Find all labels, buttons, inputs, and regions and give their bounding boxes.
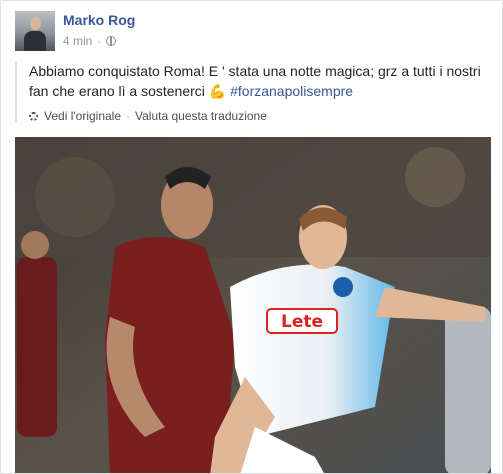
meta-separator: ·	[97, 34, 102, 48]
shirt-sponsor-text: Lete	[281, 312, 323, 332]
post-text: Abbiamo conquistato Roma! E ' stata una …	[29, 61, 495, 101]
rate-translation-link[interactable]: Valuta questa traduzione	[135, 109, 267, 123]
background-player-head	[21, 231, 49, 259]
translation-links: Vedi l'originale · Valuta questa traduzi…	[29, 109, 495, 123]
gear-icon[interactable]	[29, 111, 38, 121]
post-card: Marko Rog 4 min · Abbiamo conquistato Ro…	[0, 0, 503, 474]
avatar[interactable]	[15, 11, 55, 51]
background-player	[17, 257, 57, 437]
post-photo[interactable]: Lete	[15, 137, 491, 473]
translated-post-block: Abbiamo conquistato Roma! E ' stata una …	[15, 61, 495, 123]
author-name[interactable]: Marko Rog	[63, 11, 135, 29]
flexed-biceps-icon: 💪	[208, 83, 227, 99]
avatar-body	[24, 31, 46, 51]
link-separator: ·	[126, 109, 131, 123]
photo-crowd-blur	[35, 157, 115, 237]
napoli-crest	[333, 277, 353, 297]
photo-crowd-blur	[405, 147, 465, 207]
football-photo-illustration: Lete	[15, 137, 491, 473]
hashtag-link[interactable]: #forzanapolisempre	[230, 83, 353, 99]
globe-icon[interactable]	[106, 36, 117, 46]
see-original-link[interactable]: Vedi l'originale	[44, 109, 121, 123]
avatar-head	[30, 17, 41, 30]
background-player	[445, 307, 491, 473]
post-meta: 4 min ·	[63, 34, 117, 48]
timestamp[interactable]: 4 min	[63, 34, 92, 48]
